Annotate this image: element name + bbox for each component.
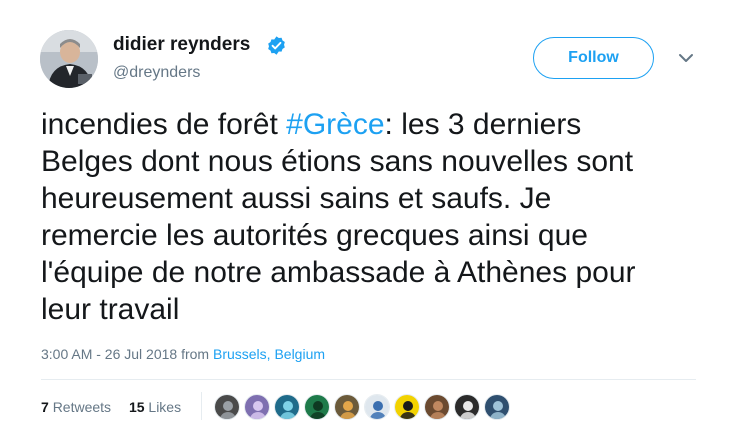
user-avatar-icon [275, 395, 299, 419]
author-handle[interactable]: @dreynders [113, 63, 200, 83]
divider [41, 379, 696, 380]
stats-divider [201, 392, 202, 420]
profile-photo-icon [40, 30, 98, 88]
user-avatar-icon [245, 395, 269, 419]
liker-avatar-9[interactable] [454, 394, 480, 420]
user-avatar-icon [215, 395, 239, 419]
follow-button[interactable]: Follow [533, 37, 654, 79]
liker-avatar-4[interactable] [304, 394, 330, 420]
liker-avatar-6[interactable] [364, 394, 390, 420]
tweet-line: incendies de forêt #Grèce: les 3 dernier… [41, 106, 701, 143]
liker-avatar-2[interactable] [244, 394, 270, 420]
verified-badge-icon [268, 36, 285, 55]
user-avatar-icon [425, 395, 449, 419]
tweet-line: Belges dont nous étions sans nouvelles s… [41, 145, 634, 178]
liker-avatar-10[interactable] [484, 394, 510, 420]
author-avatar[interactable] [40, 30, 98, 88]
user-avatar-icon [305, 395, 329, 419]
liker-avatar-7[interactable] [394, 394, 420, 420]
liker-avatar-8[interactable] [424, 394, 450, 420]
from-label: from [181, 346, 210, 362]
tweet-line: leur travail [41, 293, 180, 326]
retweets-stat[interactable]: 7 Retweets [41, 399, 111, 415]
user-avatar-icon [335, 395, 359, 419]
tweet-line: l'équipe de notre ambassade à Athènes po… [41, 256, 636, 289]
tweet-card: didier reynders @dreynders Follow incend… [0, 0, 735, 428]
hashtag-link[interactable]: #Grèce [286, 108, 384, 141]
retweets-label: Retweets [52, 399, 112, 415]
liker-avatar-5[interactable] [334, 394, 360, 420]
tweet-timestamp[interactable]: 3:00 AM - 26 Jul 2018 [41, 346, 177, 362]
location-link[interactable]: Brussels, Belgium [213, 346, 325, 362]
tweet-line: heureusement aussi sains et saufs. Je [41, 182, 552, 215]
author-display-name[interactable]: didier reynders [113, 34, 250, 56]
retweets-count: 7 [41, 399, 49, 415]
liker-avatar-1[interactable] [214, 394, 240, 420]
chevron-down-icon[interactable] [678, 52, 694, 64]
likes-stat[interactable]: 15 Likes [129, 399, 181, 415]
tweet-stats: 7 Retweets 15 Likes [41, 398, 181, 416]
user-avatar-icon [455, 395, 479, 419]
likes-label: Likes [148, 399, 182, 415]
tweet-meta: 3:00 AM - 26 Jul 2018 from Brussels, Bel… [41, 345, 325, 363]
liker-avatar-3[interactable] [274, 394, 300, 420]
user-avatar-icon [365, 395, 389, 419]
tweet-text: incendies de forêt #Grèce: les 3 dernier… [41, 106, 701, 328]
user-avatar-icon [395, 395, 419, 419]
tweet-text-segment: incendies de forêt [41, 108, 287, 141]
likes-count: 15 [128, 399, 145, 415]
tweet-line: remercie les autorités grecques ainsi qu… [41, 219, 588, 252]
tweet-text-segment: : les 3 derniers [384, 108, 582, 141]
user-avatar-icon [485, 395, 509, 419]
